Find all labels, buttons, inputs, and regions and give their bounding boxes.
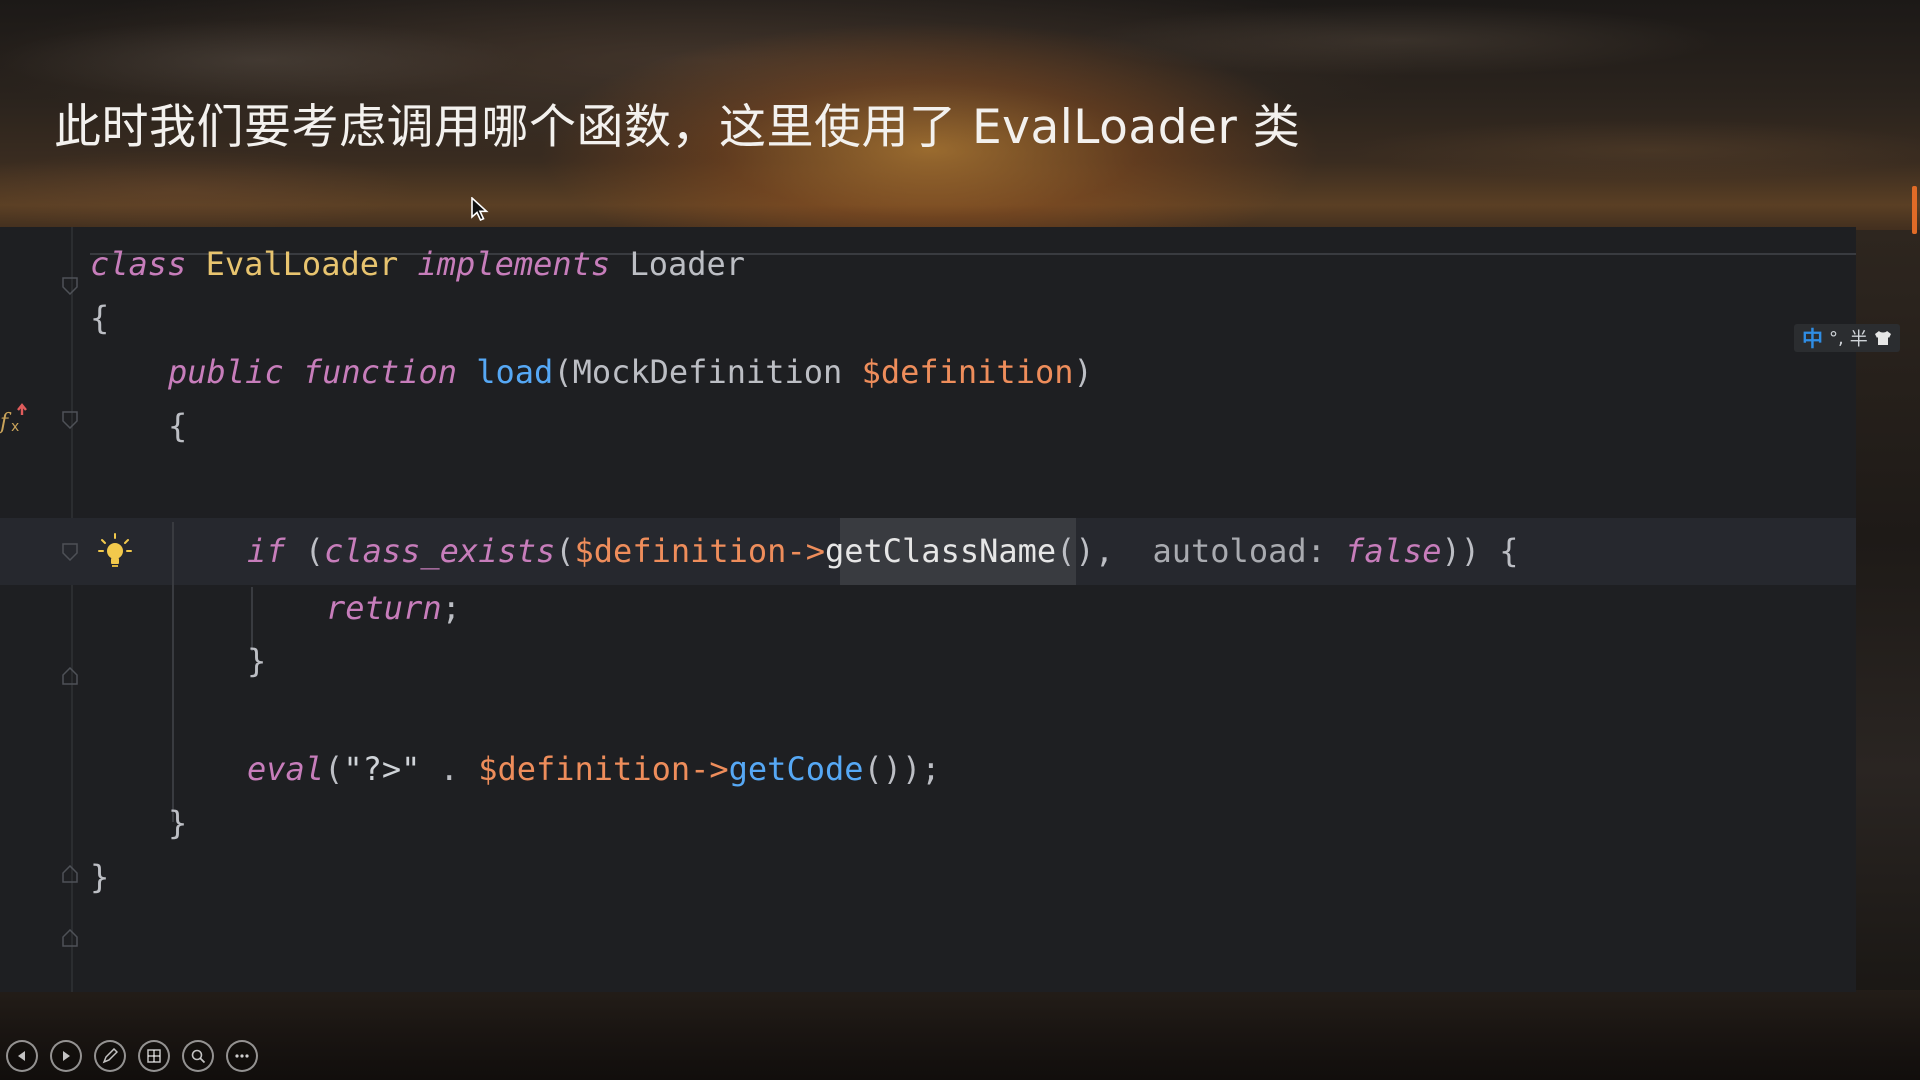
ime-width-mode[interactable]: 半 (1850, 325, 1868, 351)
code-line-9[interactable]: } (168, 795, 187, 851)
keyword: return (326, 589, 442, 627)
interface-name: Loader (629, 245, 746, 283)
brace: } (168, 804, 188, 842)
presentation-controls (6, 1040, 258, 1072)
type-name: MockDefinition (572, 353, 843, 391)
pen-icon[interactable] (94, 1040, 126, 1072)
paren: ( (285, 532, 325, 570)
method-call: getCode (728, 750, 864, 788)
parameter-hint: autoload: (1152, 532, 1326, 570)
code-line-7[interactable]: } (247, 633, 266, 689)
code-line-4[interactable]: { (168, 398, 187, 454)
fold-icon[interactable] (62, 543, 78, 561)
paren: ( (555, 532, 575, 570)
paren: (), (1056, 532, 1114, 570)
fx-gutter-icon[interactable]: f x (0, 403, 32, 435)
paren: ( (553, 353, 573, 391)
slides-icon[interactable] (138, 1040, 170, 1072)
method-name: load (476, 353, 554, 391)
lightbulb-icon[interactable] (98, 533, 132, 569)
code-line-6[interactable]: return; (326, 580, 461, 636)
brace: } (247, 642, 267, 680)
keyword: eval (247, 750, 325, 788)
svg-text:x: x (11, 419, 19, 435)
code-line-3[interactable]: public function load(MockDefinition $def… (168, 344, 1093, 400)
variable: $definition-> (574, 532, 825, 570)
indent-guide (172, 522, 174, 822)
string-literal: "?>" (343, 750, 421, 788)
keyword: if (247, 532, 286, 570)
more-icon[interactable] (226, 1040, 258, 1072)
presentation-slide: 此时我们要考虑调用哪个函数，这里使用了 EvalLoader 类 f x cla… (0, 0, 1920, 1080)
code-line-8[interactable]: eval("?>" . $definition->getCode()); (247, 741, 941, 797)
fold-end-icon[interactable] (62, 667, 78, 685)
scroll-indicator (1912, 186, 1917, 234)
fold-end-icon[interactable] (62, 865, 78, 883)
method-call: getClassName (824, 532, 1057, 570)
operator: . (420, 750, 479, 788)
city-background-bottom (0, 990, 1920, 1080)
fold-icon[interactable] (62, 411, 78, 429)
class-name: EvalLoader (205, 245, 399, 283)
semicolon: ; (441, 589, 461, 627)
code-line-5[interactable]: if (class_exists($definition->getClassNa… (247, 523, 1519, 579)
paren: ) (1073, 353, 1093, 391)
code-line-2[interactable]: { (90, 290, 109, 346)
keyword: class (90, 245, 187, 283)
brace: } (90, 858, 110, 896)
slide-title: 此时我们要考虑调用哪个函数，这里使用了 EvalLoader 类 (54, 100, 1301, 155)
paren: ()); (863, 750, 941, 788)
brace: { (90, 299, 110, 337)
keyword: false (1345, 532, 1442, 570)
cursor-icon (471, 197, 489, 222)
zoom-icon[interactable] (182, 1040, 214, 1072)
ime-toolbar[interactable]: 中 °, 半 (1794, 324, 1900, 352)
code-line-10[interactable]: } (90, 849, 109, 905)
brace: { (168, 407, 188, 445)
fold-end-icon[interactable] (62, 929, 78, 947)
function-call: class_exists (324, 532, 556, 570)
ime-punctuation[interactable]: °, (1829, 328, 1844, 349)
variable: $definition-> (478, 750, 729, 788)
paren: )) { (1441, 532, 1519, 570)
code-editor: f x class EvalLoader implements Loader {… (0, 227, 1856, 992)
ime-skin-icon[interactable] (1874, 330, 1892, 346)
parameter: $definition (861, 353, 1074, 391)
next-icon[interactable] (50, 1040, 82, 1072)
keyword: public (168, 353, 284, 391)
prev-icon[interactable] (6, 1040, 38, 1072)
keyword: implements (417, 245, 611, 283)
keyword: function (302, 353, 457, 391)
fold-icon[interactable] (62, 277, 78, 295)
paren: ( (324, 750, 344, 788)
ime-language[interactable]: 中 (1802, 323, 1823, 353)
code-line-1[interactable]: class EvalLoader implements Loader (90, 236, 745, 292)
